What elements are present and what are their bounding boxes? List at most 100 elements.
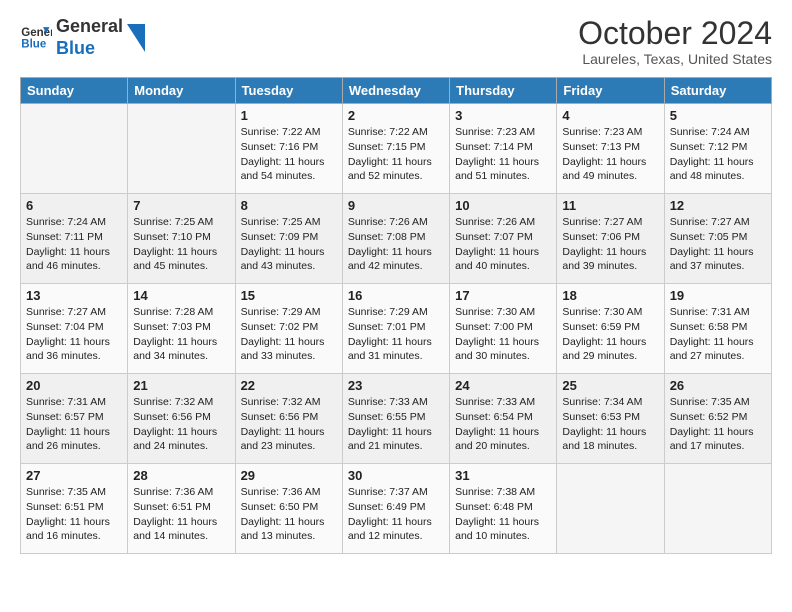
- cell-sun-info: Sunrise: 7:29 AMSunset: 7:01 PMDaylight:…: [348, 305, 444, 364]
- calendar-week-row: 1 Sunrise: 7:22 AMSunset: 7:16 PMDaylight…: [21, 104, 772, 194]
- cell-sun-info: Sunrise: 7:31 AMSunset: 6:58 PMDaylight:…: [670, 305, 766, 364]
- table-cell: 5 Sunrise: 7:24 AMSunset: 7:12 PMDaylight…: [664, 104, 771, 194]
- table-cell: 19 Sunrise: 7:31 AMSunset: 6:58 PMDayligh…: [664, 284, 771, 374]
- cell-sun-info: Sunrise: 7:29 AMSunset: 7:02 PMDaylight:…: [241, 305, 337, 364]
- day-number: 4: [562, 108, 658, 123]
- day-number: 17: [455, 288, 551, 303]
- table-cell: 7 Sunrise: 7:25 AMSunset: 7:10 PMDaylight…: [128, 194, 235, 284]
- table-cell: 21 Sunrise: 7:32 AMSunset: 6:56 PMDayligh…: [128, 374, 235, 464]
- day-number: 9: [348, 198, 444, 213]
- day-number: 2: [348, 108, 444, 123]
- day-number: 16: [348, 288, 444, 303]
- cell-sun-info: Sunrise: 7:35 AMSunset: 6:51 PMDaylight:…: [26, 485, 122, 544]
- col-wednesday: Wednesday: [342, 78, 449, 104]
- cell-sun-info: Sunrise: 7:36 AMSunset: 6:51 PMDaylight:…: [133, 485, 229, 544]
- day-number: 11: [562, 198, 658, 213]
- day-number: 7: [133, 198, 229, 213]
- table-cell: 11Sunrise: 7:27 AMSunset: 7:06 PMDayligh…: [557, 194, 664, 284]
- table-cell: 6Sunrise: 7:24 AMSunset: 7:11 PMDaylight…: [21, 194, 128, 284]
- table-cell: 13 Sunrise: 7:27 AMSunset: 7:04 PMDayligh…: [21, 284, 128, 374]
- table-cell: 12 Sunrise: 7:27 AMSunset: 7:05 PMDayligh…: [664, 194, 771, 284]
- table-cell: 1 Sunrise: 7:22 AMSunset: 7:16 PMDaylight…: [235, 104, 342, 194]
- col-friday: Friday: [557, 78, 664, 104]
- day-number: 13: [26, 288, 122, 303]
- cell-sun-info: Sunrise: 7:28 AMSunset: 7:03 PMDaylight:…: [133, 305, 229, 364]
- cell-sun-info: Sunrise: 7:26 AMSunset: 7:07 PMDaylight:…: [455, 215, 551, 274]
- cell-sun-info: Sunrise: 7:31 AMSunset: 6:57 PMDaylight:…: [26, 395, 122, 454]
- day-number: 15: [241, 288, 337, 303]
- day-number: 20: [26, 378, 122, 393]
- table-cell: 4 Sunrise: 7:23 AMSunset: 7:13 PMDaylight…: [557, 104, 664, 194]
- calendar-header-row: Sunday Monday Tuesday Wednesday Thursday…: [21, 78, 772, 104]
- cell-sun-info: Sunrise: 7:24 AMSunset: 7:11 PMDaylight:…: [26, 215, 122, 274]
- day-number: 10: [455, 198, 551, 213]
- day-number: 12: [670, 198, 766, 213]
- table-cell: 17 Sunrise: 7:30 AMSunset: 7:00 PMDayligh…: [450, 284, 557, 374]
- cell-sun-info: Sunrise: 7:26 AMSunset: 7:08 PMDaylight:…: [348, 215, 444, 274]
- svg-text:Blue: Blue: [21, 38, 47, 50]
- table-cell: 26 Sunrise: 7:35 AMSunset: 6:52 PMDayligh…: [664, 374, 771, 464]
- day-number: 5: [670, 108, 766, 123]
- day-number: 3: [455, 108, 551, 123]
- table-cell: 25Sunrise: 7:34 AMSunset: 6:53 PMDayligh…: [557, 374, 664, 464]
- day-number: 25: [562, 378, 658, 393]
- header: General Blue General Blue October 2024 L…: [20, 16, 772, 67]
- table-cell: 28 Sunrise: 7:36 AMSunset: 6:51 PMDayligh…: [128, 464, 235, 554]
- cell-sun-info: Sunrise: 7:36 AMSunset: 6:50 PMDaylight:…: [241, 485, 337, 544]
- cell-sun-info: Sunrise: 7:22 AMSunset: 7:15 PMDaylight:…: [348, 125, 444, 184]
- table-cell: 18Sunrise: 7:30 AMSunset: 6:59 PMDayligh…: [557, 284, 664, 374]
- page: General Blue General Blue October 2024 L…: [0, 0, 792, 570]
- table-cell: [664, 464, 771, 554]
- calendar-week-row: 27Sunrise: 7:35 AMSunset: 6:51 PMDayligh…: [21, 464, 772, 554]
- day-number: 21: [133, 378, 229, 393]
- cell-sun-info: Sunrise: 7:30 AMSunset: 7:00 PMDaylight:…: [455, 305, 551, 364]
- col-sunday: Sunday: [21, 78, 128, 104]
- day-number: 30: [348, 468, 444, 483]
- day-number: 28: [133, 468, 229, 483]
- col-saturday: Saturday: [664, 78, 771, 104]
- cell-sun-info: Sunrise: 7:33 AMSunset: 6:54 PMDaylight:…: [455, 395, 551, 454]
- cell-sun-info: Sunrise: 7:24 AMSunset: 7:12 PMDaylight:…: [670, 125, 766, 184]
- day-number: 1: [241, 108, 337, 123]
- table-cell: 31 Sunrise: 7:38 AMSunset: 6:48 PMDayligh…: [450, 464, 557, 554]
- title-area: October 2024 Laureles, Texas, United Sta…: [578, 16, 772, 67]
- table-cell: [21, 104, 128, 194]
- table-cell: 10 Sunrise: 7:26 AMSunset: 7:07 PMDayligh…: [450, 194, 557, 284]
- table-cell: 29 Sunrise: 7:36 AMSunset: 6:50 PMDayligh…: [235, 464, 342, 554]
- table-cell: 27Sunrise: 7:35 AMSunset: 6:51 PMDayligh…: [21, 464, 128, 554]
- logo: General Blue General Blue: [20, 16, 145, 59]
- day-number: 26: [670, 378, 766, 393]
- cell-sun-info: Sunrise: 7:27 AMSunset: 7:04 PMDaylight:…: [26, 305, 122, 364]
- calendar-week-row: 6Sunrise: 7:24 AMSunset: 7:11 PMDaylight…: [21, 194, 772, 284]
- day-number: 23: [348, 378, 444, 393]
- table-cell: 16 Sunrise: 7:29 AMSunset: 7:01 PMDayligh…: [342, 284, 449, 374]
- logo-triangle: [127, 24, 145, 52]
- table-cell: 3 Sunrise: 7:23 AMSunset: 7:14 PMDaylight…: [450, 104, 557, 194]
- day-number: 29: [241, 468, 337, 483]
- calendar-week-row: 20 Sunrise: 7:31 AMSunset: 6:57 PMDayligh…: [21, 374, 772, 464]
- col-thursday: Thursday: [450, 78, 557, 104]
- table-cell: 24 Sunrise: 7:33 AMSunset: 6:54 PMDayligh…: [450, 374, 557, 464]
- table-cell: 22Sunrise: 7:32 AMSunset: 6:56 PMDayligh…: [235, 374, 342, 464]
- cell-sun-info: Sunrise: 7:32 AMSunset: 6:56 PMDaylight:…: [133, 395, 229, 454]
- table-cell: 23 Sunrise: 7:33 AMSunset: 6:55 PMDayligh…: [342, 374, 449, 464]
- cell-sun-info: Sunrise: 7:33 AMSunset: 6:55 PMDaylight:…: [348, 395, 444, 454]
- cell-sun-info: Sunrise: 7:23 AMSunset: 7:14 PMDaylight:…: [455, 125, 551, 184]
- cell-sun-info: Sunrise: 7:22 AMSunset: 7:16 PMDaylight:…: [241, 125, 337, 184]
- cell-sun-info: Sunrise: 7:38 AMSunset: 6:48 PMDaylight:…: [455, 485, 551, 544]
- cell-sun-info: Sunrise: 7:35 AMSunset: 6:52 PMDaylight:…: [670, 395, 766, 454]
- location: Laureles, Texas, United States: [578, 51, 772, 67]
- day-number: 31: [455, 468, 551, 483]
- cell-sun-info: Sunrise: 7:25 AMSunset: 7:10 PMDaylight:…: [133, 215, 229, 274]
- cell-sun-info: Sunrise: 7:30 AMSunset: 6:59 PMDaylight:…: [562, 305, 658, 364]
- table-cell: [557, 464, 664, 554]
- cell-sun-info: Sunrise: 7:27 AMSunset: 7:05 PMDaylight:…: [670, 215, 766, 274]
- table-cell: 8 Sunrise: 7:25 AMSunset: 7:09 PMDaylight…: [235, 194, 342, 284]
- day-number: 8: [241, 198, 337, 213]
- day-number: 19: [670, 288, 766, 303]
- cell-sun-info: Sunrise: 7:25 AMSunset: 7:09 PMDaylight:…: [241, 215, 337, 274]
- table-cell: 14Sunrise: 7:28 AMSunset: 7:03 PMDayligh…: [128, 284, 235, 374]
- cell-sun-info: Sunrise: 7:23 AMSunset: 7:13 PMDaylight:…: [562, 125, 658, 184]
- day-number: 24: [455, 378, 551, 393]
- col-monday: Monday: [128, 78, 235, 104]
